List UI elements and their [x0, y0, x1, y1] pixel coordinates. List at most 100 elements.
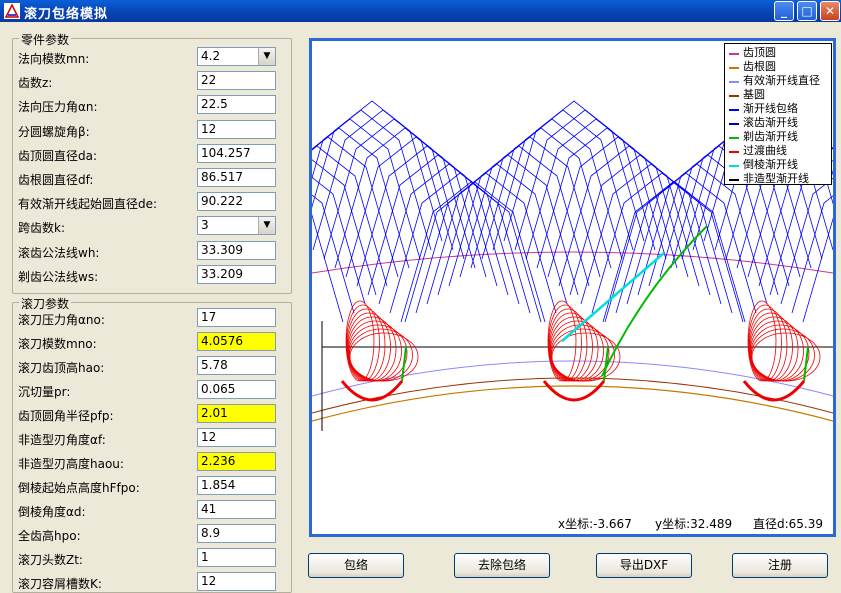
chevron-down-icon[interactable]: ▼: [258, 217, 275, 235]
chevron-down-icon[interactable]: ▼: [258, 48, 275, 65]
hob-param-input[interactable]: 41: [197, 500, 276, 519]
part-param-value: 12: [201, 121, 217, 136]
hob-param-row: 倒棱起始点高度hFfpo: 1.854: [0, 476, 280, 496]
legend-label: 有效渐开线直径: [743, 74, 820, 87]
x-coordinate-readout: x坐标:-3.667: [558, 517, 632, 531]
envelope-curve: [791, 195, 833, 314]
part-param-value: 104.257: [201, 145, 251, 160]
hob-param-value: 12: [201, 574, 217, 588]
hob-param-value: 5.78: [201, 358, 228, 372]
envelope-curve: [312, 127, 410, 269]
legend-item: 渐开线包络: [729, 102, 833, 116]
title-bar: 滚刀包络模拟 _ □ ✕: [0, 0, 841, 22]
hob-param-input[interactable]: 5.78: [197, 356, 276, 375]
part-param-value: 86.517: [201, 170, 243, 184]
part-param-input[interactable]: 90.222: [197, 192, 276, 212]
register-button[interactable]: 注册: [732, 553, 828, 578]
hob-param-label: 倒棱角度αd:: [18, 505, 86, 519]
hob-param-input[interactable]: 1: [197, 548, 276, 567]
hob-param-row: 滚刀容屑槽数K: 12: [0, 572, 280, 592]
hob-param-value: 12: [201, 430, 217, 444]
envelope-curve: [312, 159, 377, 296]
legend-swatch: [729, 123, 739, 125]
part-param-value: 90.222: [201, 194, 243, 209]
hob-param-input[interactable]: 12: [197, 428, 276, 447]
legend-label: 齿根圆: [743, 60, 776, 73]
maximize-button[interactable]: □: [797, 1, 817, 21]
legend-item: 非造型渐开线: [729, 172, 833, 186]
part-param-select[interactable]: 3 ▼: [197, 216, 276, 236]
envelope-plot[interactable]: 齿顶圆 齿根圆 有效渐开线直径 基圆 渐开线包络 滚齿渐开线 剃齿渐开线 过渡曲线 倒棱渐开线非…: [309, 38, 836, 537]
part-param-label: 剃齿公法线ws:: [18, 269, 99, 284]
part-param-label: 滚齿公法线wh:: [18, 245, 100, 260]
hob-param-input[interactable]: 1.854: [197, 476, 276, 495]
part-param-input[interactable]: 33.209: [197, 264, 276, 284]
part-param-select[interactable]: 4.2 ▼: [197, 47, 276, 66]
part-param-input[interactable]: 22.5: [197, 95, 276, 115]
hob-param-input[interactable]: 2.01: [197, 404, 276, 423]
hob-param-input[interactable]: 17: [197, 308, 276, 327]
hob-param-label: 滚刀压力角αno:: [18, 313, 105, 327]
hob-param-input[interactable]: 0.065: [197, 380, 276, 399]
hob-param-value: 41: [201, 502, 217, 516]
hob-param-input[interactable]: 4.0576: [197, 332, 276, 351]
part-param-input[interactable]: 86.517: [197, 168, 276, 187]
fillet-curve-bold: [742, 380, 806, 402]
close-button[interactable]: ✕: [820, 1, 840, 21]
legend-swatch: [729, 53, 739, 55]
hob-param-value: 0.065: [201, 382, 236, 396]
part-param-input[interactable]: 12: [197, 119, 276, 139]
hob-param-label: 滚刀齿顶高hao:: [18, 361, 105, 375]
hob-param-row: 倒棱角度αd: 41: [0, 500, 280, 520]
y-coordinate-readout: y坐标:32.489: [655, 517, 733, 531]
hob-param-label: 滚刀模数mno:: [18, 337, 97, 351]
hob-param-row: 全齿高hpo: 8.9: [0, 524, 280, 544]
hob-param-label: 滚刀容屑槽数K:: [18, 577, 102, 591]
part-param-label: 分圆螺旋角β:: [18, 124, 90, 139]
part-param-input[interactable]: 33.309: [197, 240, 276, 260]
hob-param-row: 滚刀头数Zt: 1: [0, 548, 280, 568]
legend-swatch: [729, 81, 739, 83]
part-param-input[interactable]: 104.257: [197, 143, 276, 163]
hob-param-row: 沉切量pr: 0.065: [0, 380, 280, 400]
hob-param-input[interactable]: 12: [197, 572, 276, 591]
app-icon: [4, 3, 20, 19]
legend-label: 基圆: [743, 88, 765, 101]
fillet-curve-bold: [340, 380, 404, 402]
envelope-curve: [312, 176, 366, 305]
remove-envelope-button[interactable]: 去除包络: [454, 553, 550, 578]
hob-param-row: 非造型刃角度αf: 12: [0, 428, 280, 448]
legend-swatch: [729, 137, 739, 139]
part-param-input[interactable]: 22: [197, 71, 276, 91]
export-dxf-button[interactable]: 导出DXF: [596, 553, 692, 578]
fillet-curve: [548, 304, 582, 382]
legend-item: 剃齿渐开线: [729, 130, 833, 144]
envelope-curve: [312, 214, 344, 323]
hob-param-label: 齿顶圆角半径pfp:: [18, 409, 114, 423]
legend-swatch: [729, 67, 739, 69]
legend-item: 倒棱渐开线: [729, 158, 833, 172]
part-param-value: 22.5: [201, 97, 228, 112]
minimize-button[interactable]: _: [774, 1, 794, 21]
part-param-row: 齿顶圆直径da: 104.257: [0, 143, 280, 164]
hob-param-input[interactable]: 2.236: [197, 452, 276, 471]
hob-param-row: 非造型刃高度haou: 2.236: [0, 452, 280, 472]
hob-param-row: 滚刀压力角αno: 17: [0, 308, 280, 328]
hob-param-label: 沉切量pr:: [18, 385, 71, 399]
hob-param-row: 滚刀齿顶高hao: 5.78: [0, 356, 280, 376]
fillet-curve-bold: [542, 380, 606, 402]
part-param-value: 4.2: [201, 49, 221, 63]
part-param-row: 法向模数mn: 4.2 ▼: [0, 47, 280, 67]
hob-param-value: 1.854: [201, 478, 236, 492]
envelope-curve: [312, 118, 421, 260]
hob-param-input[interactable]: 8.9: [197, 524, 276, 543]
part-param-row: 齿根圆直径df: 86.517: [0, 168, 280, 188]
legend-label: 渐开线包络: [743, 102, 798, 115]
envelope-button[interactable]: 包络: [308, 553, 404, 578]
plot-legend: 齿顶圆 齿根圆 有效渐开线直径 基圆 渐开线包络 滚齿渐开线 剃齿渐开线 过渡曲线 倒棱渐开线非…: [724, 43, 832, 185]
hob-param-value: 17: [201, 310, 217, 324]
legend-label: 非造型渐开线: [743, 172, 809, 185]
part-param-value: 33.309: [201, 242, 243, 257]
part-param-row: 有效渐开线起始圆直径de: 90.222: [0, 192, 280, 212]
hob-param-row: 滚刀模数mno: 4.0576: [0, 332, 280, 352]
